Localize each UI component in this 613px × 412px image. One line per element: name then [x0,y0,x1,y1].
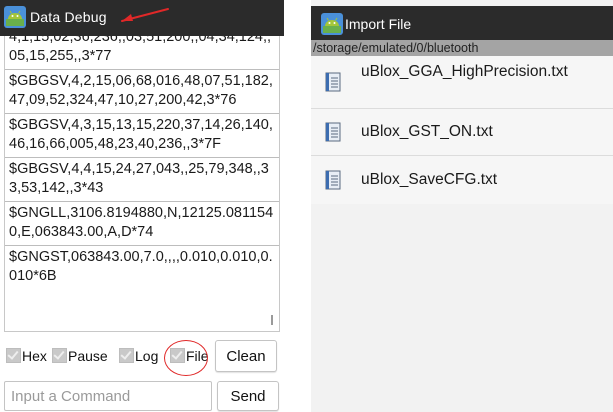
pause-label: Pause [68,348,108,364]
command-input[interactable] [4,381,212,411]
log-entry: $GBGSV,4,2,15,06,68,016,48,07,51,182,47,… [5,70,279,114]
page-title: Data Debug [30,9,107,25]
file-list: uBlox_GGA_HighPrecision.txt uBlox_GST_ON… [311,56,613,204]
data-debug-screen: Data Debug 4,1,15,02,36,236,,03,51,200,,… [0,0,284,412]
file-item[interactable]: uBlox_GGA_HighPrecision.txt [311,56,613,109]
send-button[interactable]: Send [217,381,279,411]
file-name: uBlox_SaveCFG.txt [361,171,498,188]
red-arrow-icon [121,8,169,22]
page-title: Import File [345,16,412,32]
log-entry: $GNGLL,3106.8194880,N,12125.0811540,E,06… [5,202,279,246]
log-entry: $GNGST,063843.00,7.0,,,,0.010,0.010,0.01… [9,249,273,284]
file-item[interactable]: uBlox_SaveCFG.txt [311,156,613,204]
title-bar: Data Debug [0,0,284,36]
hex-label: Hex [22,348,47,364]
log-list: 4,1,15,02,36,236,,03,51,200,,04,34,124,,… [5,36,279,289]
text-file-icon [325,72,341,92]
current-path: /storage/emulated/0/bluetooth [311,40,613,56]
log-entry: 4,1,15,02,36,236,,03,51,200,,04,34,124,,… [5,36,279,70]
title-bar: Import File [311,6,613,40]
log-entry: $GBGSV,4,4,15,24,27,043,,25,79,348,,33,5… [5,158,279,202]
log-label: Log [135,348,159,364]
checkbox-icon [119,348,134,363]
pause-checkbox[interactable]: Pause [52,348,108,368]
log-output-area[interactable]: 4,1,15,02,36,236,,03,51,200,,04,34,124,,… [4,36,280,332]
log-entry: $GBGSV,4,3,15,13,15,220,37,14,26,140,46,… [5,114,279,158]
text-file-icon [325,122,341,142]
android-robot-icon [321,13,343,35]
android-robot-icon [4,6,26,28]
red-circle-highlight [164,340,208,376]
file-name: uBlox_GST_ON.txt [361,123,493,140]
checkbox-icon [6,348,21,363]
import-file-screen: Import File /storage/emulated/0/bluetoot… [311,0,613,412]
checkbox-icon [52,348,67,363]
file-item[interactable]: uBlox_GST_ON.txt [311,109,613,156]
scrollbar-thumb[interactable] [271,315,273,325]
text-file-icon [325,170,341,190]
hex-checkbox[interactable]: Hex [6,348,47,368]
file-name: uBlox_GGA_HighPrecision.txt [361,63,568,80]
log-checkbox[interactable]: Log [119,348,158,368]
clean-button[interactable]: Clean [215,340,277,372]
